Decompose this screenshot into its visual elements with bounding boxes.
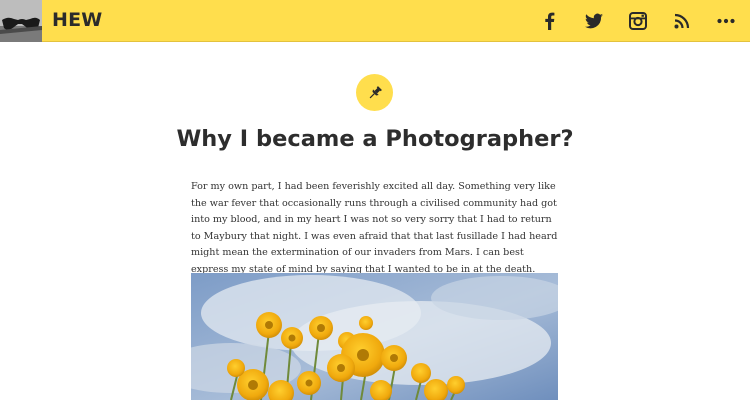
featured-image bbox=[191, 273, 558, 400]
sunglasses-logo-icon bbox=[0, 0, 42, 42]
yellow-flowers-image bbox=[191, 273, 558, 400]
post-format-badge bbox=[356, 74, 393, 111]
pushpin-icon bbox=[369, 85, 382, 98]
rss-icon[interactable] bbox=[671, 10, 693, 32]
post-body-text: For my own part, I had been feverishly e… bbox=[191, 181, 558, 275]
twitter-icon[interactable] bbox=[583, 10, 605, 32]
instagram-icon[interactable] bbox=[627, 10, 649, 32]
site-title[interactable]: HEW bbox=[52, 9, 102, 31]
site-header: HEW bbox=[0, 0, 750, 42]
more-icon[interactable] bbox=[715, 10, 737, 32]
post-title[interactable]: Why I became a Photographer? bbox=[0, 126, 750, 152]
facebook-icon[interactable] bbox=[539, 10, 561, 32]
site-logo[interactable] bbox=[0, 0, 42, 42]
